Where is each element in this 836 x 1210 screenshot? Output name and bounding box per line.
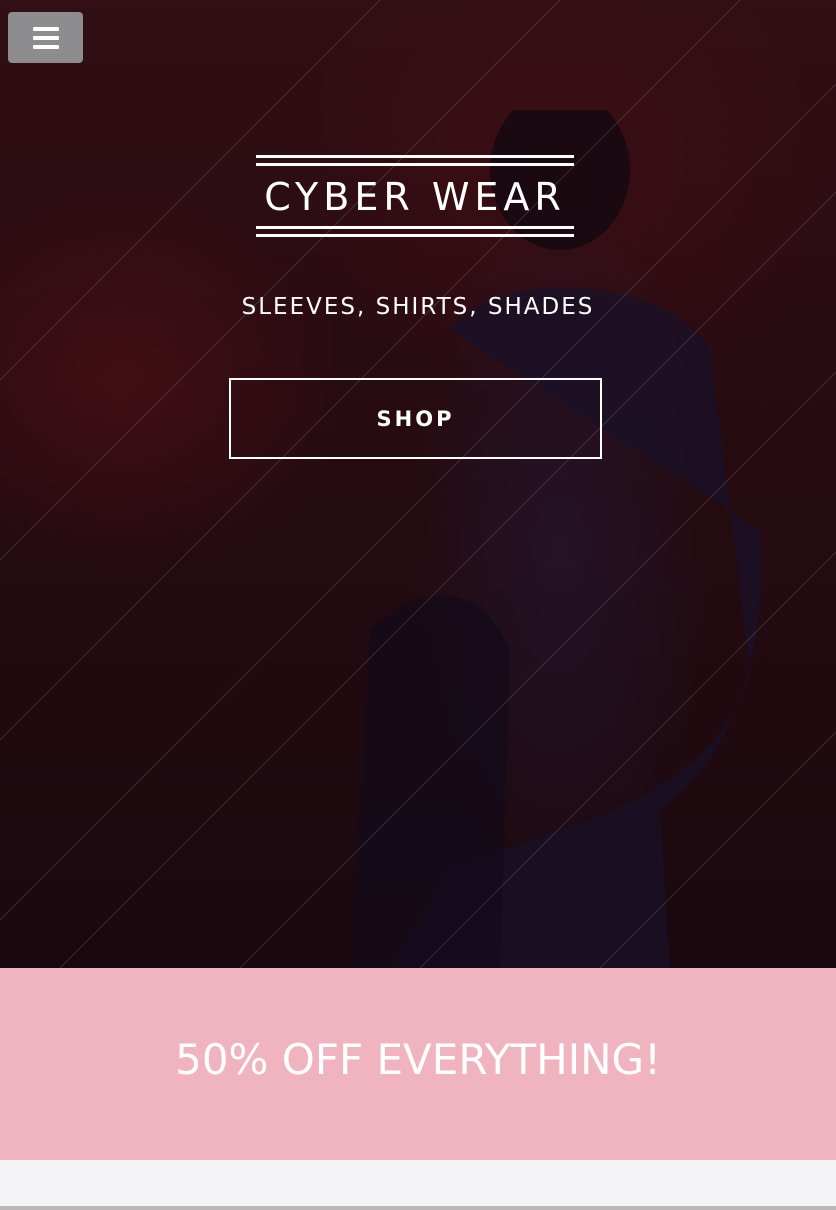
- menu-button[interactable]: [8, 12, 83, 63]
- brand-top-rule-inner: [256, 163, 574, 166]
- next-section-strip: [0, 1160, 836, 1210]
- hero-section: [0, 0, 836, 968]
- promo-text: 50% OFF EVERYTHING!: [175, 1035, 661, 1084]
- brand-top-rule: [256, 155, 574, 158]
- hero-overlay: [0, 0, 836, 968]
- shop-button[interactable]: SHOP: [229, 378, 602, 459]
- brand-title: CYBER WEAR: [264, 175, 566, 219]
- hamburger-menu-icon: [32, 26, 59, 49]
- promo-banner: 50% OFF EVERYTHING!: [0, 968, 836, 1160]
- brand-bottom-rule: [256, 234, 574, 237]
- brand-bottom-rule-inner: [256, 226, 574, 229]
- hero-tagline: SLEEVES, SHIRTS, SHADES: [241, 294, 595, 320]
- brand-logo: CYBER WEAR: [256, 155, 574, 237]
- next-section-edge: [0, 1206, 836, 1210]
